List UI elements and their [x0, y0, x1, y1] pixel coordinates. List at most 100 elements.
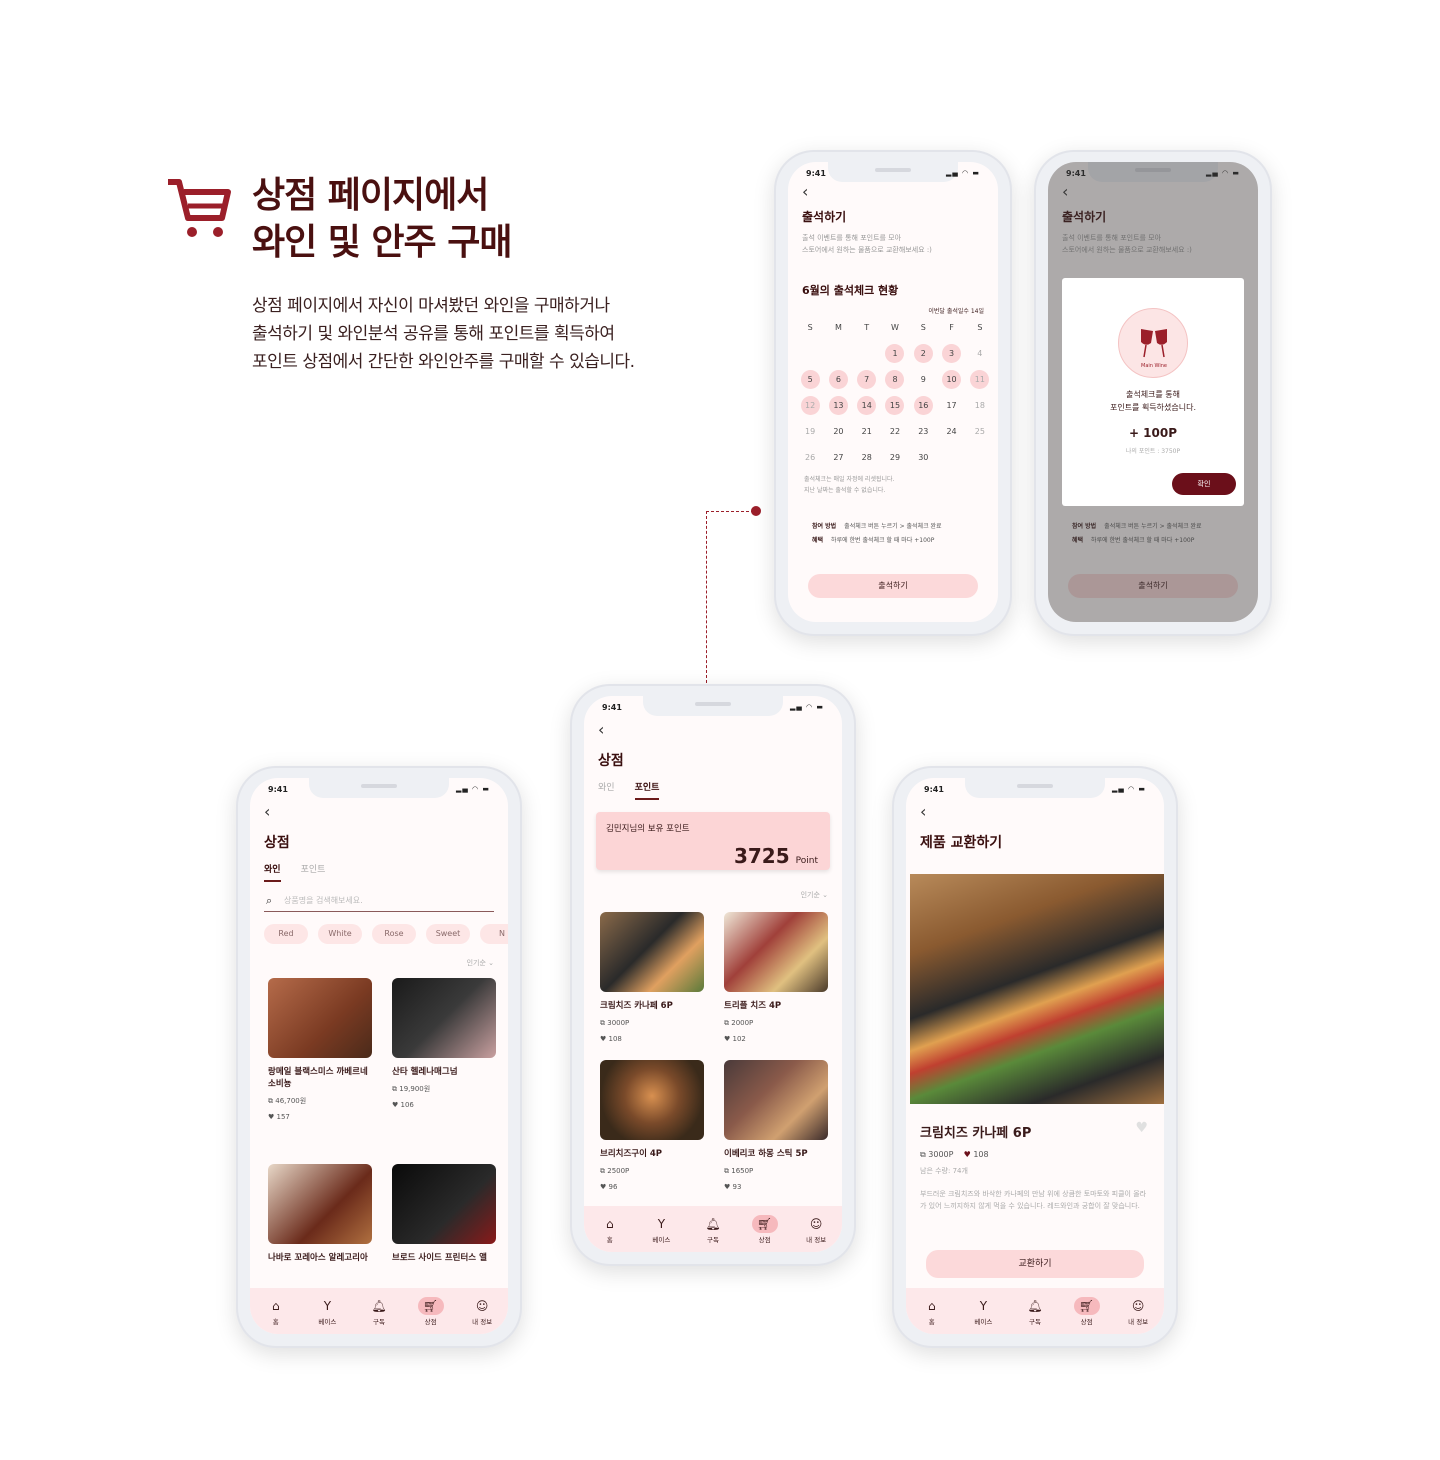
chip-white[interactable]: White	[318, 924, 362, 944]
month-title: 6월의 출석체크 현황	[802, 284, 899, 297]
nav-home[interactable]: ⌂ 홈	[590, 1215, 630, 1244]
attendance-title: 출석하기	[802, 210, 847, 224]
bell-icon: 🔔︎	[705, 1216, 721, 1231]
product-image	[910, 874, 1164, 1104]
tab-wine[interactable]: 와인	[598, 780, 615, 800]
nav-subscribe[interactable]: 🔔︎ 구독	[359, 1297, 399, 1326]
wine-glass-icon: Y	[323, 1298, 332, 1313]
status-icons: ▂▄ ◠ ▬	[790, 703, 824, 711]
my-points: 나의 포인트 : 3750P	[1125, 448, 1181, 455]
back-icon[interactable]: ‹	[920, 802, 926, 821]
status-icons: ▂▄ ◠ ▬	[456, 785, 490, 793]
product-meta: ⧉ 3000P ♥ 108	[920, 1150, 989, 1159]
nav-shop[interactable]: 🛒︎ 상점	[411, 1296, 451, 1326]
nav-home[interactable]: ⌂ 홈	[256, 1297, 296, 1326]
exchange-title: 제품 교환하기	[920, 835, 1003, 851]
product-image	[392, 1164, 496, 1244]
back-icon[interactable]: ‹	[264, 802, 270, 821]
nav-base[interactable]: Y 베이스	[963, 1297, 1003, 1326]
product-image	[268, 978, 372, 1058]
points-card: 김민지님의 보유 포인트 3725 Point	[596, 812, 830, 870]
nav-profile[interactable]: ☺ 내 정보	[462, 1297, 502, 1326]
shop-tabs: 와인 포인트	[264, 862, 325, 882]
cart-icon	[168, 179, 231, 237]
home-icon: ⌂	[271, 1298, 280, 1313]
user-icon: ☺	[475, 1298, 489, 1313]
product-card[interactable]: 산타 헬레나매그넘 ⧉ 19,900원 ♥ 106	[392, 978, 496, 1113]
attendance-info: 참여 방법 출석체크 버튼 누르기 > 출석체크 완료 혜택 하루에 한번 출석체크…	[812, 523, 942, 544]
product-card[interactable]: 이베리코 하몽 스틱 5P ⧉ 1650P ♥ 93	[724, 1060, 828, 1195]
phone-product-detail: 9:41 ▂▄ ◠ ▬ ‹ 제품 교환하기 크림치즈 카나페 6P ♥ ⧉ 30…	[892, 766, 1178, 1348]
filter-chips: Red White Rose Sweet N	[264, 924, 508, 944]
nav-shop[interactable]: 🛒︎ 상점	[745, 1214, 785, 1244]
search-icon: ⌕	[266, 894, 273, 907]
modal-message: 출석체크를 통해 포인트를 획득하셨습니다.	[1109, 390, 1197, 412]
reward-modal: Main Wine 출석체크를 통해 포인트를 획득하셨습니다. + 100P …	[1062, 278, 1244, 506]
connector-line	[706, 511, 754, 683]
nav-subscribe[interactable]: 🔔︎ 구독	[1015, 1297, 1055, 1326]
nav-home[interactable]: ⌂ 홈	[912, 1297, 952, 1326]
phone-shop-point: 9:41 ▂▄ ◠ ▬ ‹ 상점 와인 포인트 김민지님의 보유 포인트 372…	[570, 684, 856, 1266]
bell-icon: 🔔︎	[1027, 1298, 1043, 1313]
attendance-subtitle: 출석 이벤트를 통해 포인트를 모아 스토어에서 원하는 물품으로 교환해보세요…	[802, 234, 932, 254]
product-card[interactable]: 브리치즈구이 4P ⧉ 2500P ♥ 96	[600, 1060, 704, 1195]
phone-attendance-modal: 9:41 ▂▄ ◠ ▬ ‹ 출석하기 출석 이벤트를 통해 포인트를 모아 스토…	[1034, 150, 1272, 636]
status-icons: ▂▄ ◠ ▬	[946, 169, 980, 177]
product-card[interactable]: 나바로 꼬레아스 알레고리아	[268, 1164, 372, 1264]
stock-count: 남은 수량: 74개	[920, 1167, 968, 1175]
product-image	[724, 912, 828, 992]
chip-red[interactable]: Red	[264, 924, 308, 944]
nav-base[interactable]: Y 베이스	[641, 1215, 681, 1244]
chip-sweet[interactable]: Sweet	[426, 924, 470, 944]
wine-glass-icon: Y	[657, 1216, 666, 1231]
user-icon: ☺	[1131, 1298, 1145, 1313]
back-icon[interactable]: ‹	[598, 720, 604, 739]
product-image	[724, 1060, 828, 1140]
confirm-button[interactable]: 확인	[1172, 473, 1236, 495]
bottom-tabbar: ⌂ 홈 Y 베이스 🔔︎ 구독 🛒︎ 상점 ☺ 내 정보	[906, 1288, 1164, 1334]
sort-dropdown[interactable]: 인기순 ⌄	[801, 890, 828, 900]
product-image	[600, 912, 704, 992]
bell-icon: 🔔︎	[371, 1298, 387, 1313]
bottom-tabbar: ⌂ 홈 Y 베이스 🔔︎ 구독 🛒︎ 상점 ☺ 내 정보	[250, 1288, 508, 1334]
page-description: 상점 페이지에서 자신이 마셔봤던 와인을 구매하거나 출석하기 및 와인분석 …	[252, 296, 635, 372]
home-icon: ⌂	[605, 1216, 614, 1231]
nav-subscribe[interactable]: 🔔︎ 구독	[693, 1215, 733, 1244]
product-card[interactable]: 트리플 치즈 4P ⧉ 2000P ♥ 102	[724, 912, 828, 1047]
connector-dot	[751, 506, 761, 516]
shop-tabs: 와인 포인트	[598, 780, 660, 800]
cart-icon: 🛒︎	[1073, 1296, 1100, 1315]
search-input[interactable]: ⌕ 상품명을 검색해보세요.	[264, 890, 494, 912]
chip-more[interactable]: N	[480, 924, 508, 944]
nav-base[interactable]: Y 베이스	[307, 1297, 347, 1326]
status-icons: ▂▄ ◠ ▬	[1112, 785, 1146, 793]
svg-text:Main Wine: Main Wine	[1141, 363, 1167, 369]
attend-button[interactable]: 출석하기	[808, 574, 978, 598]
product-card[interactable]: 크림치즈 카나페 6P ⧉ 3000P ♥ 108	[600, 912, 704, 1047]
tab-wine[interactable]: 와인	[264, 862, 281, 882]
user-icon: ☺	[809, 1216, 823, 1231]
wine-glasses-logo: Main Wine	[1118, 308, 1188, 378]
shop-title: 상점	[264, 835, 290, 851]
product-image	[268, 1164, 372, 1244]
tab-point[interactable]: 포인트	[634, 780, 660, 800]
tab-point[interactable]: 포인트	[301, 862, 326, 882]
nav-shop[interactable]: 🛒︎ 상점	[1067, 1296, 1107, 1326]
nav-profile[interactable]: ☺ 내 정보	[1118, 1297, 1158, 1326]
chip-rose[interactable]: Rose	[372, 924, 416, 944]
cart-icon: 🛒︎	[417, 1296, 444, 1315]
product-image	[392, 978, 496, 1058]
heart-icon[interactable]: ♥	[1135, 1120, 1148, 1136]
shop-title: 상점	[598, 753, 624, 769]
attendance-count-badge: 이번달 출석일수 14일	[928, 308, 984, 315]
product-card[interactable]: 브로드 사이드 프린터스 앨	[392, 1164, 496, 1264]
phone-shop-wine: 9:41 ▂▄ ◠ ▬ ‹ 상점 와인 포인트 ⌕ 상품명을 검색해보세요. R…	[236, 766, 522, 1348]
product-image	[600, 1060, 704, 1140]
nav-profile[interactable]: ☺ 내 정보	[796, 1215, 836, 1244]
attendance-note: 출석체크는 매일 자정에 리셋됩니다. 지난 날짜는 출석할 수 없습니다.	[804, 476, 895, 494]
sort-dropdown[interactable]: 인기순 ⌄	[467, 958, 494, 968]
exchange-button[interactable]: 교환하기	[926, 1250, 1144, 1278]
back-icon[interactable]: ‹	[802, 182, 808, 201]
earned-points: + 100P	[1128, 426, 1178, 440]
product-card[interactable]: 랑메일 블랙스미스 까베르네 소비뇽 ⧉ 46,700원 ♥ 157	[268, 978, 372, 1125]
